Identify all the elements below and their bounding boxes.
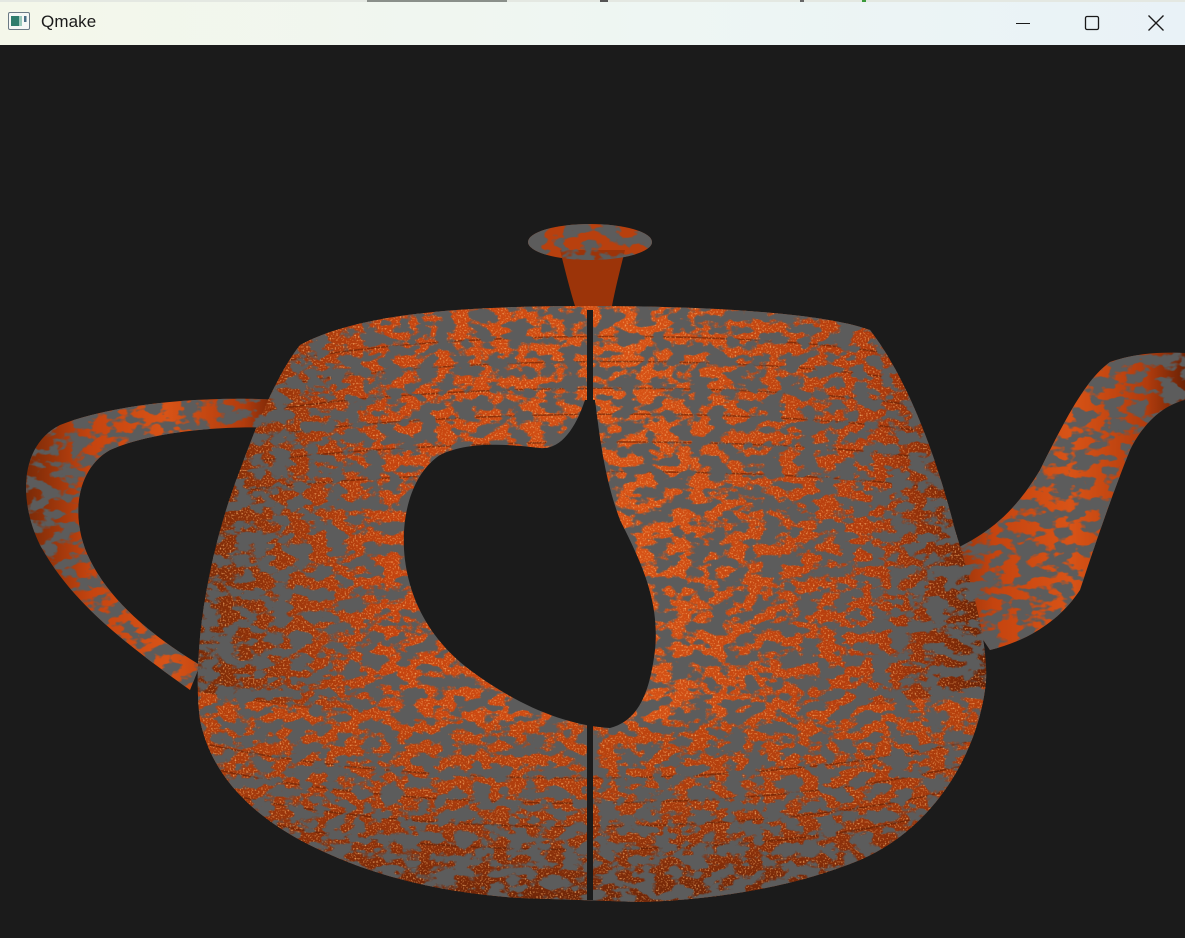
close-button[interactable] <box>1127 0 1185 45</box>
maximize-icon <box>1084 15 1100 30</box>
teapot-render <box>26 224 1185 902</box>
app-window: Qmake <box>0 0 1185 938</box>
minimize-button[interactable] <box>988 0 1058 45</box>
minimize-icon <box>1016 22 1030 24</box>
window-title: Qmake <box>41 12 97 31</box>
title-bar[interactable]: Qmake <box>0 0 1185 45</box>
qt-window-icon[interactable] <box>8 12 30 30</box>
maximize-button[interactable] <box>1057 0 1127 45</box>
gl-viewport[interactable] <box>0 45 1185 938</box>
close-icon <box>1148 14 1164 31</box>
